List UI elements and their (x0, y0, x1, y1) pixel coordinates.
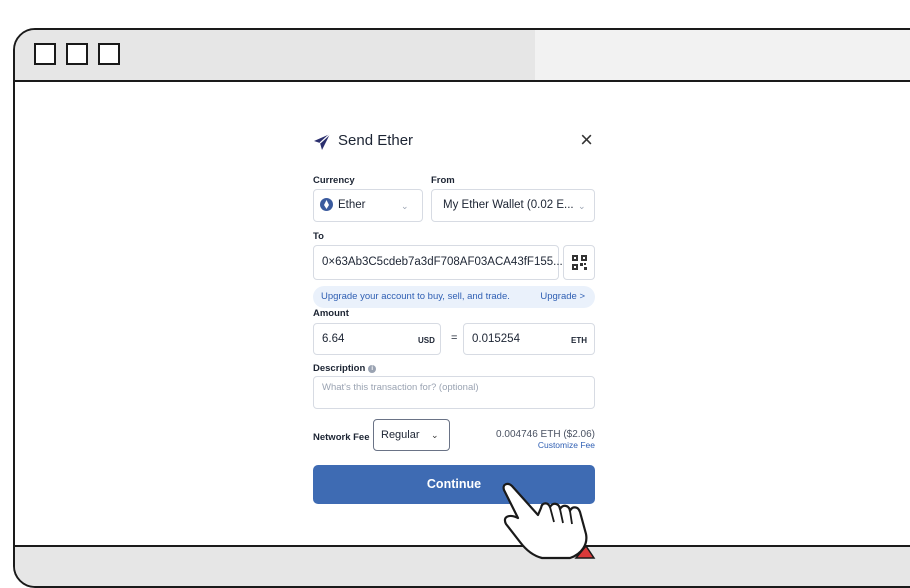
currency-label: Currency (313, 175, 355, 186)
dialog-title: Send Ether (338, 132, 414, 149)
close-icon[interactable]: × (580, 128, 593, 152)
fee-value: 0.004746 ETH ($2.06) (496, 429, 595, 440)
network-fee-label: Network Fee (313, 432, 370, 443)
chevron-down-icon: ⌄ (578, 201, 586, 211)
description-placeholder: What's this transaction for? (optional) (322, 382, 479, 393)
to-label: To (313, 231, 324, 242)
amount-eth-value: 0.015254 (472, 333, 520, 345)
customize-fee-link[interactable]: Customize Fee (538, 440, 595, 450)
pointing-hand-cursor (502, 482, 596, 560)
send-icon (314, 133, 331, 150)
eth-unit: ETH (571, 336, 587, 345)
info-icon: i (368, 365, 377, 373)
title-bar (15, 30, 910, 82)
amount-usd-value: 6.64 (322, 333, 345, 345)
upgrade-banner-text: Upgrade your account to buy, sell, and t… (321, 291, 510, 302)
upgrade-banner: Upgrade your account to buy, sell, and t… (313, 286, 595, 308)
qr-code-icon (572, 255, 587, 270)
fee-select-value: Regular (381, 429, 420, 441)
chevron-down-icon: ⌄ (401, 201, 409, 211)
window-button-2[interactable] (66, 43, 88, 65)
description-label-text: Description (313, 363, 366, 374)
qr-scan-button[interactable] (563, 245, 595, 280)
upgrade-link[interactable]: Upgrade > (540, 291, 585, 302)
amount-usd-input[interactable]: 6.64 USD (313, 323, 441, 355)
bottom-bar (15, 545, 910, 586)
from-wallet-select[interactable]: My Ether Wallet (0.02 E... ⌄ (431, 189, 595, 222)
window-button-3[interactable] (98, 43, 120, 65)
currency-select[interactable]: Ether ⌄ (313, 189, 423, 222)
description-label: Description i (313, 363, 377, 374)
description-input[interactable]: What's this transaction for? (optional) (313, 376, 595, 409)
from-label: From (431, 175, 455, 186)
amount-eth-input[interactable]: 0.015254 ETH (463, 323, 595, 355)
ether-icon (320, 198, 333, 211)
fee-select[interactable]: Regular ⌄ (373, 419, 450, 451)
to-address-value: 0×63Ab3C5cdeb7a3dF708AF03ACA43fF155... (322, 256, 563, 268)
amount-label: Amount (313, 308, 349, 319)
currency-value: Ether (338, 199, 366, 211)
chevron-down-icon: ⌄ (431, 430, 439, 440)
to-address-input[interactable]: 0×63Ab3C5cdeb7a3dF708AF03ACA43fF155... (313, 245, 563, 280)
from-value: My Ether Wallet (0.02 E... (443, 199, 574, 211)
window-button-1[interactable] (34, 43, 56, 65)
usd-unit: USD (418, 336, 435, 345)
browser-window (13, 28, 910, 588)
equals-sign: = (451, 332, 458, 344)
title-bar-right (535, 30, 910, 80)
dialog-header: Send Ether × (313, 125, 595, 159)
